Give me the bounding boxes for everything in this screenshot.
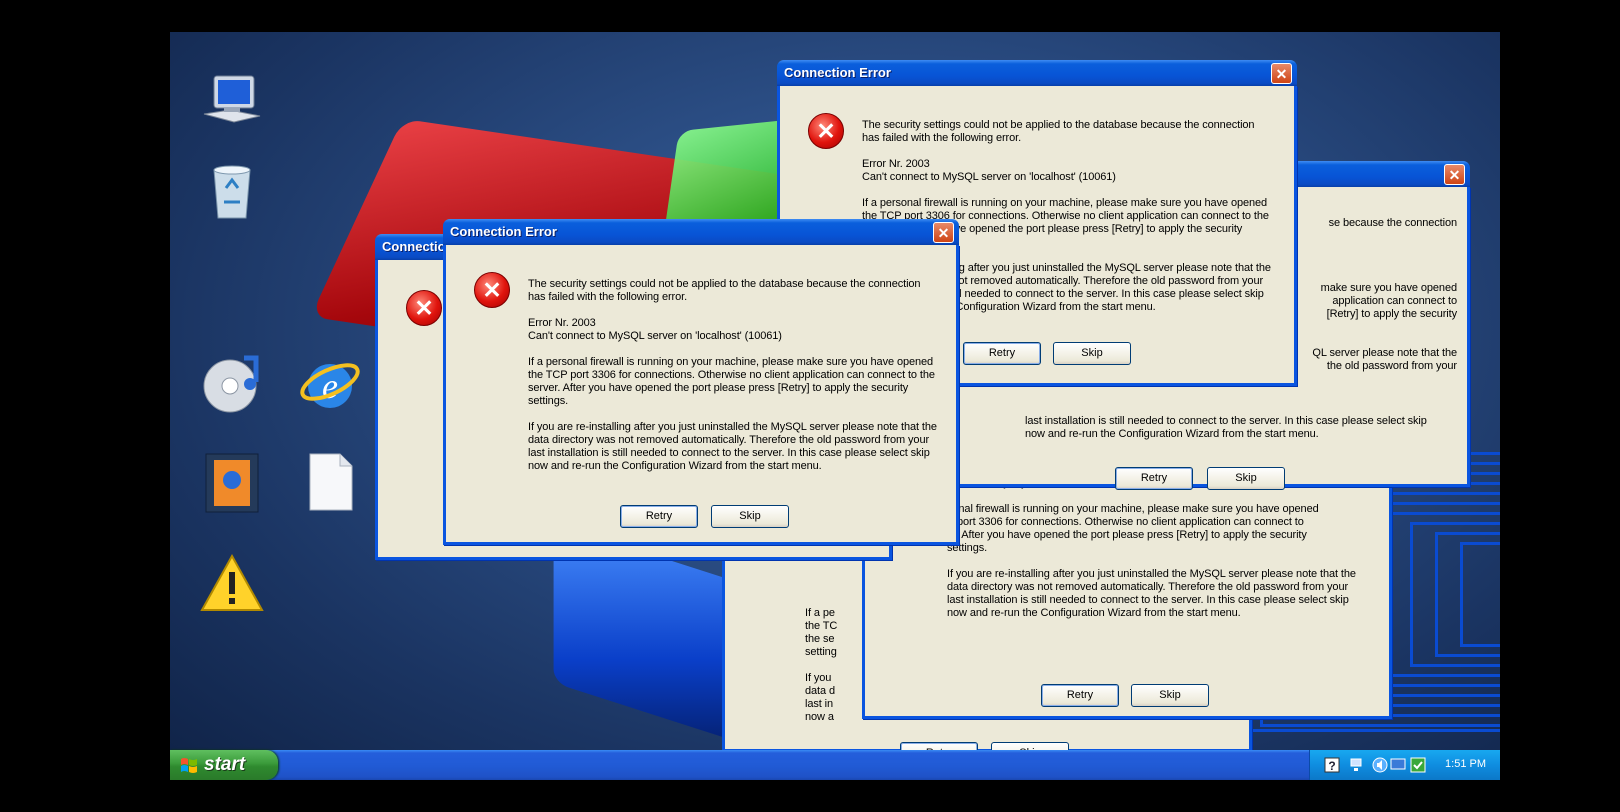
movie-maker-icon[interactable] — [200, 450, 264, 514]
media-player-icon[interactable] — [200, 352, 264, 416]
network-icon[interactable] — [1348, 757, 1364, 773]
dialog-text-fragment: now a — [805, 711, 834, 723]
start-button[interactable]: start — [170, 750, 278, 780]
error-icon: ✕ — [406, 290, 442, 326]
skip-button[interactable]: Skip — [1053, 342, 1131, 365]
skip-button[interactable]: Skip — [711, 505, 789, 528]
windows-flag-icon — [181, 758, 197, 773]
dialog-text-line: sonal firewall is running on your machin… — [947, 503, 1319, 515]
dialog-firewall-text: If a personal firewall is running on you… — [528, 356, 935, 407]
close-icon[interactable]: ✕ — [933, 222, 954, 243]
retry-button[interactable]: Retry — [1115, 467, 1193, 490]
my-computer-icon[interactable] — [200, 70, 264, 134]
dialog-error-detail: Can't connect to MySQL server on 'localh… — [862, 171, 1116, 183]
dialog-title: Connectio — [382, 239, 446, 254]
dialog-text-line: now and re-run the Configuration Wizard … — [1025, 428, 1319, 440]
retry-button[interactable]: Retry — [1041, 684, 1119, 707]
taskbar: start ? 1:51 PM — [170, 750, 1500, 780]
system-tray: ? 1:51 PM — [1309, 750, 1500, 780]
clock: 1:51 PM — [1445, 758, 1486, 770]
dialog-titlebar[interactable]: Connection Error ✕ — [443, 219, 959, 245]
start-label: start — [204, 754, 246, 775]
volume-icon[interactable] — [1372, 757, 1388, 773]
close-icon[interactable]: ✕ — [1271, 63, 1292, 84]
dialog-text-fragment: If you — [805, 672, 832, 684]
desktop: e If a pe the TC the se setting If you d… — [170, 32, 1500, 780]
dialog-text-fragment: the TC — [805, 620, 838, 632]
recycle-bin-icon[interactable] — [200, 158, 264, 222]
svg-text:?: ? — [1328, 759, 1335, 773]
retry-button[interactable]: Retry — [963, 342, 1041, 365]
dialog-title: Connection Error — [784, 65, 891, 80]
dialog-text-line: settings. — [947, 542, 988, 554]
dialog-title: Connection Error — [450, 224, 557, 239]
dialog-text-line: P port 3306 for connections. Otherwise n… — [947, 516, 1304, 528]
error-icon: ✕ — [474, 272, 510, 308]
dialog-text-line: last installation is still needed to con… — [1025, 415, 1427, 427]
dialog-error-detail: Can't connect to MySQL server on 'localh… — [528, 330, 782, 342]
dialog-text-fragment: data d — [805, 685, 835, 697]
dialog-text-fragment: last in — [805, 698, 834, 710]
skip-button[interactable]: Skip — [1131, 684, 1209, 707]
dialog-error-number: Error Nr. 2003 — [528, 317, 596, 329]
dialog-text-line: er. After you have opened the port pleas… — [947, 529, 1307, 541]
dialog-error-summary: The security settings could not be appli… — [528, 278, 921, 303]
dialog-front: Connection Error ✕ ✕ The security settin… — [443, 219, 959, 545]
dialog-text-fragment: the se — [805, 633, 835, 645]
skip-button[interactable]: Skip — [1207, 467, 1285, 490]
dialog-reinstall-text: If you are re-installing after you just … — [947, 568, 1356, 619]
retry-button[interactable]: Retry — [620, 505, 698, 528]
dialog-reinstall-text: If you are re-installing after you just … — [528, 421, 937, 472]
dialog-text-fragment: setting — [805, 646, 837, 658]
dialog-error-summary: The security settings could not be appli… — [862, 119, 1255, 144]
help-icon[interactable]: ? — [1324, 757, 1340, 773]
text-document-icon[interactable] — [298, 450, 362, 514]
dialog-text-fragment: If a pe — [805, 607, 835, 619]
display-icon[interactable] — [1390, 757, 1406, 773]
warning-icon[interactable] — [200, 552, 264, 616]
security-icon[interactable] — [1410, 757, 1426, 773]
internet-explorer-icon[interactable]: e — [298, 352, 362, 416]
dialog-error-number: Error Nr. 2003 — [862, 158, 930, 170]
error-icon: ✕ — [808, 113, 844, 149]
dialog-titlebar[interactable]: Connection Error ✕ — [777, 60, 1297, 86]
close-icon[interactable]: ✕ — [1444, 164, 1465, 185]
